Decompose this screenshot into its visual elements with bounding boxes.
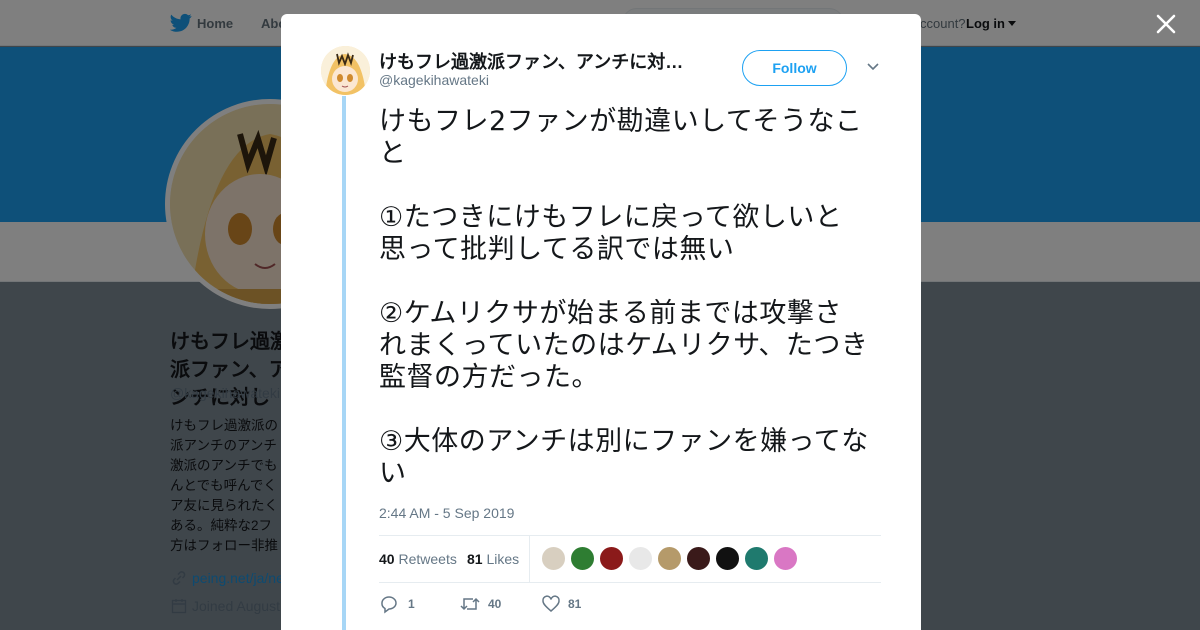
author-name[interactable]: けもフレ過激派ファン、アンチに対… — [379, 48, 699, 74]
stats-divider — [529, 536, 530, 583]
retweet-count: 40 — [488, 597, 502, 611]
chevron-down-icon[interactable] — [866, 62, 880, 72]
follow-button[interactable]: Follow — [742, 50, 847, 86]
tweet-timestamp[interactable]: 2:44 AM - 5 Sep 2019 — [379, 505, 514, 521]
liker-avatar-4[interactable] — [628, 546, 653, 571]
like-count: 81 — [568, 597, 582, 611]
retweet-icon — [460, 597, 480, 611]
retweet-button[interactable]: 40 — [459, 594, 519, 614]
retweets-stat[interactable]: 40 Retweets — [379, 551, 457, 567]
author-handle[interactable]: @kagekihawateki — [379, 72, 489, 88]
tweet-actions: 1 40 81 — [379, 594, 881, 618]
likes-count: 81 — [467, 551, 483, 567]
reply-icon — [381, 596, 397, 614]
tweet-stats: 40 Retweets 81 Likes — [379, 535, 881, 583]
liker-avatar-3[interactable] — [599, 546, 624, 571]
likes-stat[interactable]: 81 Likes — [467, 551, 519, 567]
reply-button[interactable]: 1 — [379, 594, 439, 614]
retweets-label: Retweets — [398, 551, 457, 567]
thread-line — [342, 96, 346, 630]
tweet-text: けもフレ2ファンが勘違いしてそうなこと ①たつきにけもフレに戻って欲しいと思って… — [379, 106, 869, 489]
tweet-modal: けもフレ過激派ファン、アンチに対… @kagekihawateki Follow… — [281, 14, 921, 630]
heart-icon — [542, 595, 560, 612]
liker-avatar-8[interactable] — [744, 546, 769, 571]
author-avatar[interactable] — [321, 46, 370, 95]
retweets-count: 40 — [379, 551, 395, 567]
liker-avatar-5[interactable] — [657, 546, 682, 571]
like-button[interactable]: 81 — [541, 594, 601, 614]
reply-count: 1 — [408, 597, 415, 611]
liker-avatar-9[interactable] — [773, 546, 798, 571]
liker-avatar-7[interactable] — [715, 546, 740, 571]
likes-label: Likes — [486, 551, 520, 567]
liker-avatar-2[interactable] — [570, 546, 595, 571]
liker-avatar-1[interactable] — [541, 546, 566, 571]
liker-avatar-6[interactable] — [686, 546, 711, 571]
close-icon[interactable] — [1154, 12, 1178, 36]
